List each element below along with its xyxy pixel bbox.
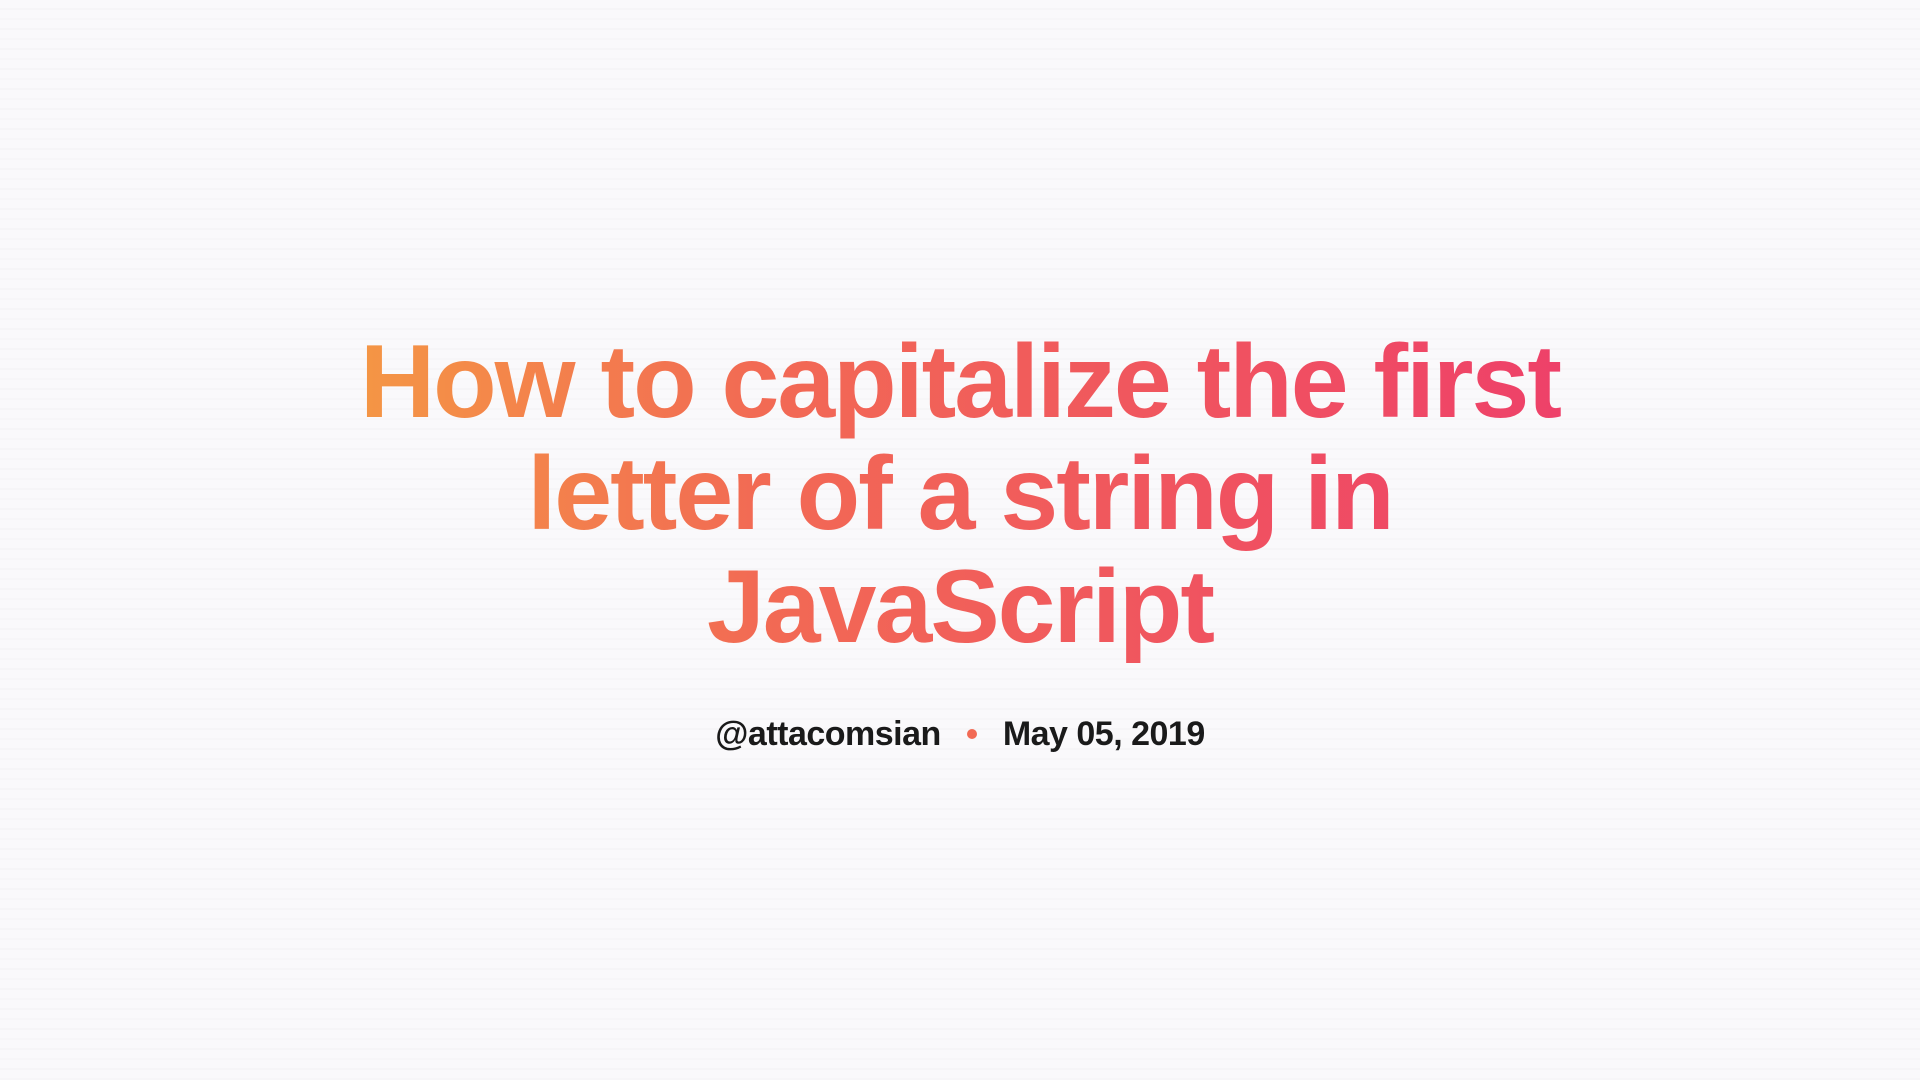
author-handle: @attacomsian bbox=[715, 715, 941, 754]
post-title: How to capitalize the first letter of a … bbox=[288, 326, 1632, 663]
post-date: May 05, 2019 bbox=[1003, 715, 1205, 754]
post-card: How to capitalize the first letter of a … bbox=[288, 326, 1632, 754]
post-meta: @attacomsian May 05, 2019 bbox=[715, 715, 1205, 754]
bullet-separator-icon bbox=[967, 729, 977, 739]
